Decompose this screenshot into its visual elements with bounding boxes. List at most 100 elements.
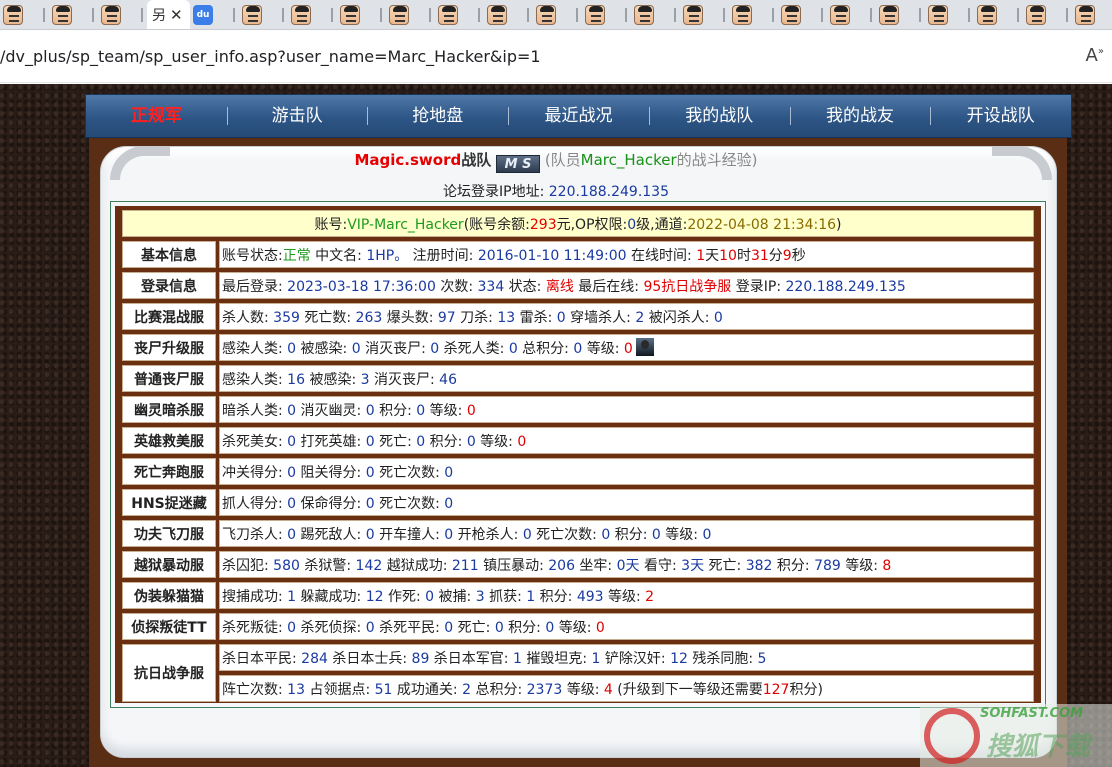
table-row: 功夫飞刀服 飞刀杀人: 0 踢死敌人: 0 开车撞人: 0 开枪杀人: 0 死亡… [122,520,1034,547]
tab-separator [331,7,333,22]
browser-tab[interactable] [827,0,876,29]
nav-grab-territory[interactable]: 抢地盘 [367,94,508,138]
browser-tab[interactable] [98,0,147,29]
tab-separator [772,7,774,22]
stats-table: 账号:VIP-Marc_Hacker(账号余额:293元,OP权限:0级,通道:… [119,206,1037,706]
table-row: 阵亡次数: 13 占领据点: 51 成功通关: 2 总积分: 2373 等级: … [122,675,1034,702]
nav-guerrilla[interactable]: 游击队 [226,94,368,138]
browser-tab[interactable] [925,0,974,29]
tab-separator [821,7,823,22]
watermark-domain: SOHFAST.COM [980,706,1084,721]
watermark-name: 搜狐下载 [986,732,1091,762]
row-content-jail: 杀囚犯: 580 杀狱警: 142 越狱成功: 211 镇压暴动: 206 坐牢… [219,551,1034,578]
browser-tab[interactable] [1072,0,1112,29]
row-content-prop: 搜捕成功: 1 躲藏成功: 12 作死: 0 被捕: 3 抓获: 1 积分: 4… [219,582,1034,609]
site-favicon-icon [928,4,948,25]
site-favicon-icon [634,4,654,25]
tab-separator [1066,7,1068,22]
watermark-logo-icon [924,708,980,764]
tab-separator [282,7,284,22]
channel-time: 2022-04-08 21:34:16 [687,216,837,233]
member-prefix: (队员 [544,151,581,169]
browser-tab[interactable] [0,0,49,29]
browser-tab[interactable] [582,0,631,29]
browser-tab[interactable] [876,0,925,29]
nav-recent-battles[interactable]: 最近战况 [508,94,649,138]
browser-tab[interactable] [631,0,680,29]
browser-tab[interactable] [974,0,1023,29]
tab-separator [870,7,872,22]
ip-value: 220.188.249.135 [548,184,669,200]
tab-separator [1017,7,1019,22]
site-favicon-icon [242,4,262,25]
team-name[interactable]: Magic.sword [354,151,461,169]
read-aloud-icon[interactable]: A» [1086,45,1104,66]
table-row: 比赛混战服 杀人数: 359 死亡数: 263 爆头数: 97 刀杀: 13 雷… [122,303,1034,330]
browser-tab[interactable] [533,0,582,29]
site-favicon-icon [438,4,458,25]
site-favicon-icon [1075,4,1095,25]
tab-separator [919,7,921,22]
table-row: 基本信息 账号状态:正常 中文名: 1HP。 注册时间: 2016-01-10 … [122,241,1034,268]
row-content-mix: 杀人数: 359 死亡数: 263 爆头数: 97 刀杀: 13 雷杀: 0 穿… [219,303,1034,330]
nav-create-team[interactable]: 开设战队 [930,94,1071,138]
row-label-zombie: 普通丧尸服 [122,365,216,392]
browser-tab[interactable] [1023,0,1072,29]
browser-tab[interactable] [337,0,386,29]
row-content-deathrun: 冲关得分: 0 阻关得分: 0 死亡次数: 0 [219,458,1034,485]
browser-tab-active[interactable]: 另 ✕ [147,0,190,29]
tab-separator [233,7,235,22]
row-content-zombie-up: 感染人类: 0 被感染: 0 消灭丧尸: 0 杀死人类: 0 总积分: 0 等级… [219,334,1034,361]
team-logo: M S [496,155,541,173]
nav-my-teammates[interactable]: 我的战友 [789,94,931,138]
row-content-hns: 抓人得分: 0 保命得分: 0 死亡次数: 0 [219,489,1034,516]
row-label-basic: 基本信息 [122,241,216,268]
row-content-ttt: 杀死叛徒: 0 杀死侦探: 0 杀死平民: 0 死亡: 0 积分: 0 等级: … [219,613,1034,640]
tab-separator [478,7,480,22]
account-summary: 账号:VIP-Marc_Hacker(账号余额:293元,OP权限:0级,通道:… [122,210,1034,237]
browser-tab[interactable] [49,0,98,29]
nav-my-team[interactable]: 我的战队 [648,94,790,138]
table-row: 伪装躲猫猫 搜捕成功: 1 躲藏成功: 12 作死: 0 被捕: 3 抓获: 1… [122,582,1034,609]
browser-tab[interactable] [239,0,288,29]
address-bar[interactable]: /dv_plus/sp_team/sp_user_info.asp?user_n… [0,31,1112,83]
row-label-hero: 英雄救美服 [122,427,216,454]
browser-tab[interactable] [386,0,435,29]
table-row: 越狱暴动服 杀囚犯: 580 杀狱警: 142 越狱成功: 211 镇压暴动: … [122,551,1034,578]
browser-tab[interactable] [484,0,533,29]
site-watermark: SOHFAST.COM 搜狐下载 [920,704,1112,767]
row-label-jail: 越狱暴动服 [122,551,216,578]
table-row: 英雄救美服 杀死美女: 0 打死英雄: 0 死亡: 0 积分: 0 等级: 0 [122,427,1034,454]
member-name[interactable]: Marc_Hacker [581,151,677,169]
row-content-ghost: 暗杀人类: 0 消灭幽灵: 0 积分: 0 等级: 0 [219,396,1034,423]
url-text[interactable]: /dv_plus/sp_team/sp_user_info.asp?user_n… [0,47,541,66]
site-favicon-icon [683,4,703,25]
row-content-zombie: 感染人类: 16 被感染: 3 消灭丧尸: 46 [219,365,1034,392]
tab-separator [141,7,143,22]
browser-tab[interactable] [288,0,337,29]
forum-login-ip: 论坛登录IP地址: 220.188.249.135 [0,181,1112,201]
browser-tab[interactable] [435,0,484,29]
browser-tab[interactable] [729,0,778,29]
browser-tab[interactable] [778,0,827,29]
tab-separator [380,7,382,22]
table-row: 侦探叛徒TT 杀死叛徒: 0 杀死侦探: 0 杀死平民: 0 死亡: 0 积分:… [122,613,1034,640]
site-favicon-icon [781,4,801,25]
tab-close-icon[interactable]: ✕ [170,6,183,24]
row-label-ttt: 侦探叛徒TT [122,613,216,640]
row-label-kungfu: 功夫飞刀服 [122,520,216,547]
site-favicon-icon [101,4,121,25]
row-content-hero: 杀死美女: 0 打死英雄: 0 死亡: 0 积分: 0 等级: 0 [219,427,1034,454]
ip-label: 论坛登录IP地址: [443,184,545,200]
table-row: 死亡奔跑服 冲关得分: 0 阻关得分: 0 死亡次数: 0 [122,458,1034,485]
tab-separator [968,7,970,22]
team-suffix: 战队 [461,151,492,169]
rank-avatar-icon [635,337,654,356]
site-favicon-icon [585,4,605,25]
baidu-favicon-icon: du [193,4,213,25]
browser-tab[interactable] [680,0,729,29]
browser-tab[interactable]: du [190,0,239,29]
site-favicon-icon [879,4,899,25]
row-label-zombie-up: 丧尸升级服 [122,334,216,361]
nav-regular-army[interactable]: 正规军 [86,94,227,138]
